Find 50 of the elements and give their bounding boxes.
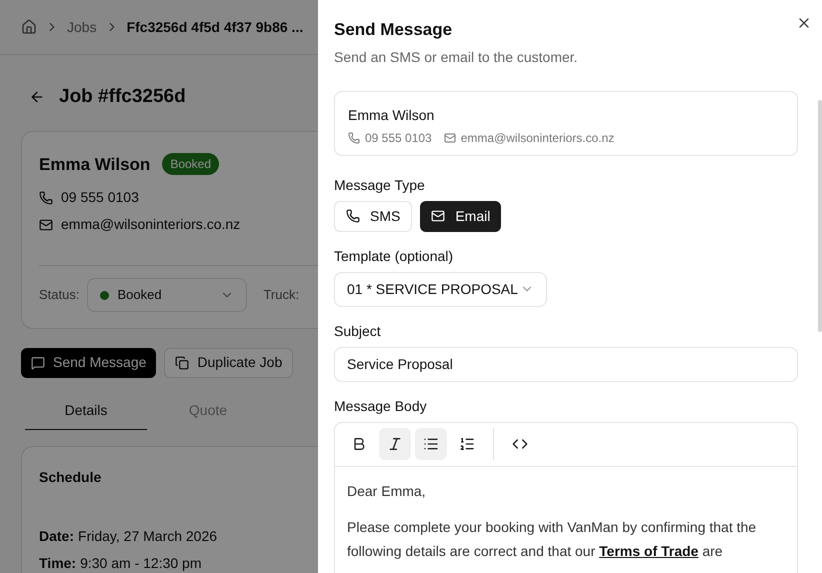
phone-icon	[39, 190, 53, 204]
status-label: Status:	[39, 286, 80, 304]
toolbar-button[interactable]	[379, 428, 411, 460]
email-address: emma@wilsoninteriors.co.nz	[61, 215, 240, 234]
toolbar-button[interactable]	[415, 428, 447, 460]
customer-name: Emma Wilson	[348, 106, 436, 124]
breadcrumb-link[interactable]: Ffc3256d 4f5d 4f37 9b86 ...	[126, 16, 304, 38]
mail-icon	[431, 209, 446, 223]
job-title: Job #ffc3256d	[59, 85, 186, 109]
field-label: Template (optional)	[334, 246, 454, 266]
schedule-title: Schedule	[39, 468, 102, 486]
message-icon	[31, 356, 45, 370]
message-editor[interactable]: Dear Emma, Please complete your booking with VanMan by confirming that the following details are correct and that our Terms of Trade are	[334, 422, 798, 573]
subject-field[interactable]: Service Proposal	[334, 346, 798, 382]
message-type-button[interactable]: Email	[420, 200, 502, 232]
numbered-list-icon	[459, 436, 475, 452]
copy-icon	[175, 356, 190, 370]
field-label: Message Type	[334, 176, 426, 195]
dialog-subtitle: Send an SMS or email to the customer.	[334, 48, 579, 66]
greeting-text: Dear Emma,	[347, 482, 427, 500]
phone-number: 09 555 0103	[61, 188, 139, 207]
status-value: Booked	[117, 286, 162, 304]
duplicate-job-button[interactable]: Duplicate Job	[164, 348, 294, 378]
italic-icon	[387, 436, 403, 452]
schedule-value: Friday, 27 March 2026	[78, 526, 218, 546]
mail-icon	[444, 132, 456, 144]
truck-label: Truck:	[263, 286, 300, 304]
schedule-value: 9:30 am - 12:30 pm	[80, 554, 202, 573]
send-message-button[interactable]: Send Message	[21, 348, 156, 378]
body-paragraph: Please complete your booking with VanMan by confirming that the following details are correct and that our Terms of Trade are	[347, 518, 758, 561]
field-label: Message Body	[334, 396, 428, 416]
schedule-label: Date:	[39, 526, 74, 546]
phone-icon	[348, 132, 360, 144]
mail-icon	[39, 218, 53, 232]
terms-link[interactable]: Terms of Trade	[599, 542, 698, 558]
phone-icon	[346, 209, 360, 223]
breadcrumb-link[interactable]: Jobs	[67, 16, 97, 38]
message-type-button[interactable]: SMS	[334, 200, 412, 232]
template-select[interactable]: 01 * SERVICE PROPOSAL	[334, 272, 547, 306]
tab[interactable]: Details	[25, 400, 147, 430]
bullet-list-icon	[423, 436, 439, 452]
email-address: emma@wilsoninteriors.co.nz	[460, 130, 614, 146]
field-label: Subject	[334, 322, 382, 341]
status-select[interactable]: Booked	[87, 278, 248, 312]
schedule-label: Time:	[39, 554, 76, 572]
phone-number: 09 555 0103	[365, 130, 432, 146]
status-badge: Booked	[162, 153, 220, 176]
dialog-title: Send Message	[334, 19, 454, 41]
home-icon[interactable]	[21, 19, 37, 35]
customer-name: Emma Wilson	[39, 154, 150, 176]
